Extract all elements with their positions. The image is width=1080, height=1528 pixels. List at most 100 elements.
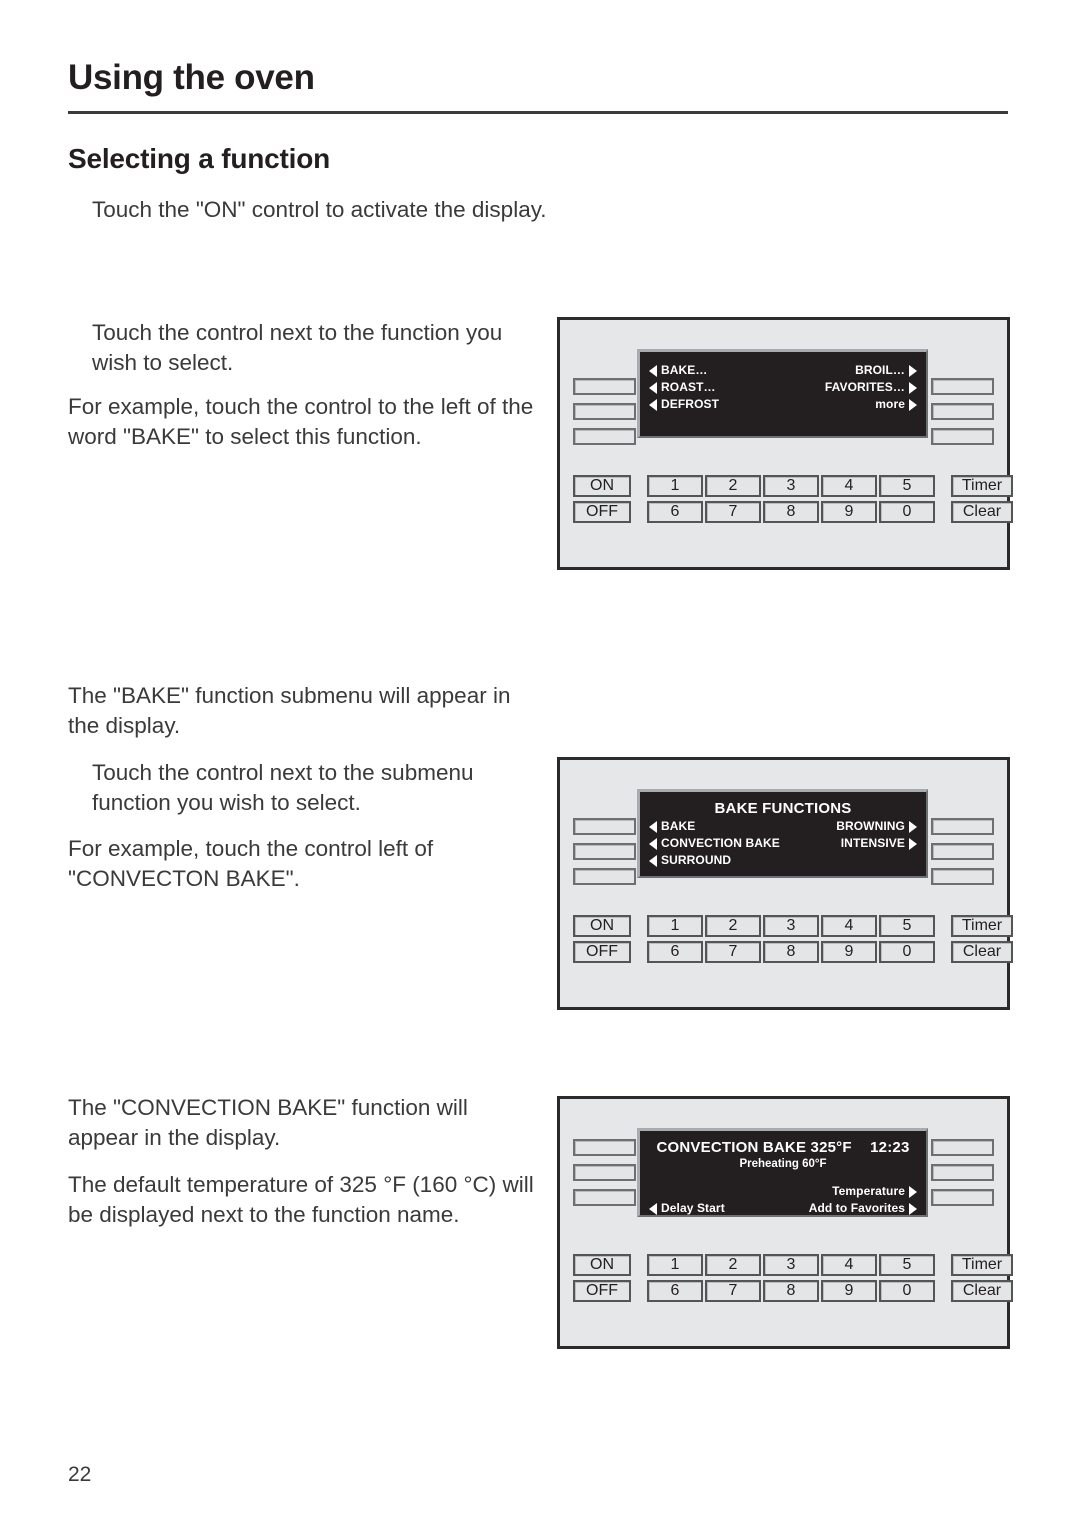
display-row-1: BAKE… BROIL… (649, 362, 917, 379)
key-2[interactable]: 2 (705, 915, 761, 937)
left-softkey-1[interactable] (573, 818, 636, 835)
right-softkey-2[interactable] (931, 843, 994, 860)
key-3[interactable]: 3 (763, 1254, 819, 1276)
right-softkey-1[interactable] (931, 378, 994, 395)
key-5[interactable]: 5 (879, 915, 935, 937)
key-3[interactable]: 3 (763, 915, 819, 937)
oven-control-panel-main-menu: BAKE… BROIL… ROAST… FAVORITES… DEFROST m… (557, 317, 1013, 570)
display-title: BAKE FUNCTIONS (714, 800, 852, 817)
key-9[interactable]: 9 (821, 941, 877, 963)
delay-start-label[interactable]: Delay Start (661, 1200, 725, 1217)
key-9[interactable]: 9 (821, 1280, 877, 1302)
timer-button[interactable]: Timer (951, 1254, 1013, 1276)
right-arrow-icon (909, 837, 917, 850)
key-5[interactable]: 5 (879, 1254, 935, 1276)
number-row-2: 6 7 8 9 0 (647, 941, 935, 963)
display-row-3-left-label[interactable]: DEFROST (661, 396, 719, 413)
right-softkey-3[interactable] (931, 1189, 994, 1206)
clear-button[interactable]: Clear (951, 501, 1013, 523)
off-button[interactable]: OFF (573, 1280, 631, 1302)
section-heading: Selecting a function (68, 143, 331, 174)
number-row-1: 1 2 3 4 5 (647, 915, 935, 937)
on-button[interactable]: ON (573, 1254, 631, 1276)
right-softkey-2[interactable] (931, 403, 994, 420)
add-to-favorites-label[interactable]: Add to Favorites (809, 1200, 905, 1217)
left-softkey-1[interactable] (573, 378, 636, 395)
key-8[interactable]: 8 (763, 941, 819, 963)
number-row-2: 6 7 8 9 0 (647, 1280, 935, 1302)
key-1[interactable]: 1 (647, 915, 703, 937)
left-softkey-3[interactable] (573, 868, 636, 885)
key-7[interactable]: 7 (705, 1280, 761, 1302)
paragraph-2: Touch the control next to the function y… (92, 320, 503, 375)
left-softkey-2[interactable] (573, 843, 636, 860)
right-arrow-icon (909, 820, 917, 833)
key-0[interactable]: 0 (879, 501, 935, 523)
display-row-1-left-label[interactable]: BAKE… (661, 362, 708, 379)
timer-button[interactable]: Timer (951, 475, 1013, 497)
number-row-2: 6 7 8 9 0 (647, 501, 935, 523)
key-0[interactable]: 0 (879, 1280, 935, 1302)
key-1[interactable]: 1 (647, 1254, 703, 1276)
right-arrow-icon (909, 381, 917, 394)
display-row-3-left-label[interactable]: SURROUND (661, 852, 731, 869)
off-button[interactable]: OFF (573, 941, 631, 963)
key-3[interactable]: 3 (763, 475, 819, 497)
on-button[interactable]: ON (573, 915, 631, 937)
display-row-1-left-label[interactable]: BAKE (661, 818, 695, 835)
key-2[interactable]: 2 (705, 1254, 761, 1276)
key-7[interactable]: 7 (705, 501, 761, 523)
left-softkey-column (573, 818, 636, 893)
title-divider (68, 111, 1008, 114)
left-arrow-icon (649, 837, 657, 850)
left-softkey-1[interactable] (573, 1139, 636, 1156)
right-arrow-icon (909, 1185, 917, 1198)
page-number: 22 (68, 1463, 92, 1486)
key-6[interactable]: 6 (647, 941, 703, 963)
left-softkey-2[interactable] (573, 1164, 636, 1181)
key-7[interactable]: 7 (705, 941, 761, 963)
display-row-3-right-label[interactable]: more (875, 396, 905, 413)
display-row-2-right-label[interactable]: FAVORITES… (825, 379, 905, 396)
off-button[interactable]: OFF (573, 501, 631, 523)
key-8[interactable]: 8 (763, 1280, 819, 1302)
left-softkey-2[interactable] (573, 403, 636, 420)
temperature-label[interactable]: Temperature (832, 1183, 905, 1200)
right-softkey-1[interactable] (931, 818, 994, 835)
keypad: ON 1 2 3 4 5 Timer OFF 6 7 8 9 0 Clear (573, 475, 1013, 527)
right-softkey-2[interactable] (931, 1164, 994, 1181)
oven-control-panel-convection-bake: CONVECTION BAKE 325°F 12:23 Preheating 6… (557, 1096, 1013, 1349)
display-row-1 (649, 1172, 917, 1183)
left-softkey-3[interactable] (573, 428, 636, 445)
key-4[interactable]: 4 (821, 915, 877, 937)
display-row-2-left-label[interactable]: CONVECTION BAKE (661, 835, 780, 852)
key-8[interactable]: 8 (763, 501, 819, 523)
key-4[interactable]: 4 (821, 475, 877, 497)
clear-button[interactable]: Clear (951, 941, 1013, 963)
key-0[interactable]: 0 (879, 941, 935, 963)
display-row-2: ROAST… FAVORITES… (649, 379, 917, 396)
key-6[interactable]: 6 (647, 1280, 703, 1302)
key-4[interactable]: 4 (821, 1254, 877, 1276)
right-softkey-column (931, 1139, 994, 1214)
display-row-1-right-label[interactable]: BROIL… (855, 362, 905, 379)
key-9[interactable]: 9 (821, 501, 877, 523)
right-softkey-1[interactable] (931, 1139, 994, 1156)
right-arrow-icon (909, 398, 917, 411)
right-softkey-3[interactable] (931, 868, 994, 885)
display-row-2-left-label[interactable]: ROAST… (661, 379, 716, 396)
paragraph-1: Touch the "ON" control to activate the d… (92, 197, 547, 222)
right-softkey-3[interactable] (931, 428, 994, 445)
key-1[interactable]: 1 (647, 475, 703, 497)
right-arrow-icon (909, 1202, 917, 1215)
key-6[interactable]: 6 (647, 501, 703, 523)
timer-button[interactable]: Timer (951, 915, 1013, 937)
display-row-2-right-label[interactable]: INTENSIVE (841, 835, 905, 852)
display-title: CONVECTION BAKE 325°F 12:23 (656, 1139, 910, 1156)
key-2[interactable]: 2 (705, 475, 761, 497)
clear-button[interactable]: Clear (951, 1280, 1013, 1302)
key-5[interactable]: 5 (879, 475, 935, 497)
left-softkey-3[interactable] (573, 1189, 636, 1206)
on-button[interactable]: ON (573, 475, 631, 497)
display-row-1-right-label[interactable]: BROWNING (836, 818, 905, 835)
